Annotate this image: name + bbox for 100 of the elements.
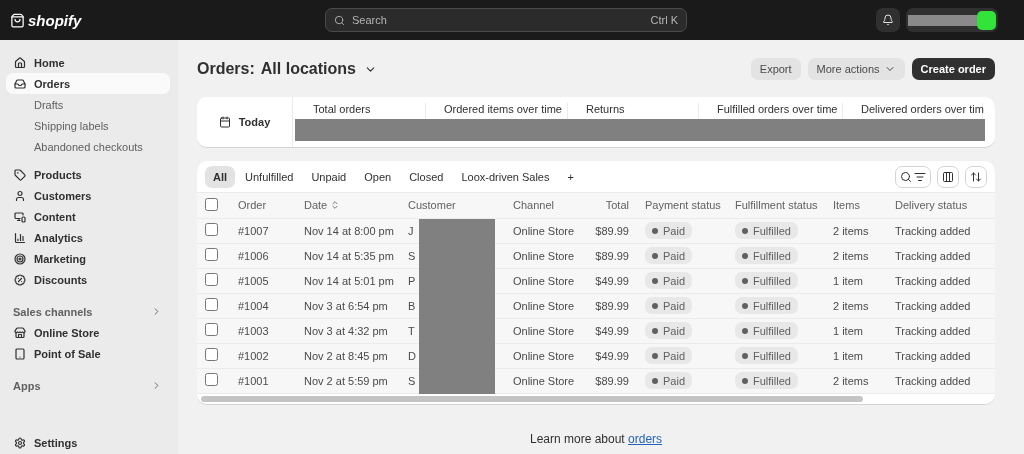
search-input[interactable]: Search: [350, 13, 646, 27]
help-text: Learn more about orders: [528, 431, 664, 446]
row-checkbox[interactable]: [205, 323, 218, 336]
table-cell: Tracking added: [887, 218, 995, 243]
column-header: Items: [833, 199, 860, 212]
payment-status-badge: Paid: [645, 347, 693, 364]
table-cell: Nov 14 at 8:00 pm: [296, 218, 400, 243]
sidebar-item[interactable]: Home: [6, 52, 170, 73]
table-cell: $89.99: [581, 293, 637, 318]
column-header: Delivery status: [895, 199, 968, 212]
table-cell: $49.99: [581, 318, 637, 343]
row-checkbox[interactable]: [205, 273, 218, 286]
row-checkbox[interactable]: [205, 248, 218, 261]
table-cell: B: [408, 299, 416, 312]
fulfillment-status-badge: Fulfilled: [735, 372, 798, 389]
filter-tab[interactable]: All: [205, 165, 236, 188]
table-cell: 1 item: [825, 343, 887, 368]
table-cell: Tracking added: [887, 243, 995, 268]
table-cell: Online Store: [505, 343, 581, 368]
search-filter-button[interactable]: [895, 165, 931, 188]
table-cell: #1003: [230, 318, 296, 343]
table-cell: Nov 14 at 5:01 pm: [296, 268, 400, 293]
filter-tab[interactable]: Open: [356, 165, 400, 188]
sidebar-item[interactable]: Orders: [6, 73, 170, 94]
filter-icon: [914, 170, 926, 183]
table-cell: 1 item: [825, 268, 887, 293]
table-cell: T: [408, 324, 415, 337]
table-cell: 2 items: [825, 243, 887, 268]
table-cell: $49.99: [581, 268, 637, 293]
sort-button[interactable]: [965, 165, 987, 188]
table-cell: Online Store: [505, 243, 581, 268]
table-cell: Nov 14 at 5:35 pm: [296, 243, 400, 268]
table-cell: Online Store: [505, 218, 581, 243]
fulfillment-status-badge: Fulfilled: [735, 322, 798, 339]
sidebar-item[interactable]: Content: [6, 206, 170, 227]
table-cell: $89.99: [581, 368, 637, 393]
column-header: Fulfillment status: [735, 199, 818, 212]
payment-status-badge: Paid: [645, 247, 693, 264]
table-cell: D: [408, 349, 416, 362]
table-cell: Nov 3 at 6:54 pm: [296, 293, 400, 318]
table-cell: 1 item: [825, 318, 887, 343]
columns-button[interactable]: [937, 165, 959, 188]
table-cell: Tracking added: [887, 343, 995, 368]
sidebar-item[interactable]: Marketing: [6, 248, 170, 269]
column-header[interactable]: Date: [304, 199, 341, 212]
payment-status-badge: Paid: [645, 372, 693, 389]
table-cell: Tracking added: [887, 368, 995, 393]
action-button[interactable]: More actions: [807, 58, 905, 80]
filter-tab[interactable]: Unpaid: [303, 165, 355, 188]
sort-arrows-icon: [970, 170, 982, 183]
action-button[interactable]: Export: [750, 58, 801, 80]
filter-tab[interactable]: Closed: [401, 165, 452, 188]
column-header: Order: [238, 199, 267, 212]
table-cell: Tracking added: [887, 293, 995, 318]
date-range-button[interactable]: Today: [197, 97, 293, 147]
action-button[interactable]: Create order: [911, 58, 995, 80]
payment-status-badge: Paid: [645, 297, 693, 314]
store-icon: [14, 326, 26, 339]
sidebar-item[interactable]: Products: [6, 164, 170, 185]
sidebar-item[interactable]: Discounts: [6, 269, 170, 290]
sidebar-item[interactable]: Online Store: [6, 322, 170, 343]
fulfillment-status-badge: Fulfilled: [735, 297, 798, 314]
filter-tab[interactable]: Unfulfilled: [237, 165, 302, 188]
notifications-button[interactable]: [876, 8, 900, 32]
table-cell: 2 items: [825, 368, 887, 393]
bell-icon: [882, 14, 894, 26]
table-cell: Nov 2 at 5:59 pm: [296, 368, 400, 393]
payment-status-badge: Paid: [645, 222, 693, 239]
table-cell: Tracking added: [887, 318, 995, 343]
page-title: Orders:: [197, 60, 255, 78]
inbox-icon: [14, 77, 26, 90]
table-cell: 2 items: [825, 293, 887, 318]
column-header: Total: [605, 199, 629, 212]
settings-link[interactable]: Settings: [6, 432, 170, 453]
table-cell: S: [408, 249, 416, 262]
column-header: Payment status: [645, 199, 721, 212]
select-all-checkbox[interactable]: [205, 197, 218, 211]
sidebar-subitem[interactable]: Abandoned checkouts: [6, 136, 170, 157]
row-checkbox[interactable]: [205, 223, 218, 236]
table-cell: 2 items: [825, 218, 887, 243]
row-checkbox[interactable]: [205, 348, 218, 361]
sidebar-item[interactable]: Analytics: [6, 227, 170, 248]
add-view-button[interactable]: +: [559, 165, 582, 188]
filter-tab[interactable]: Loox-driven Sales: [453, 165, 558, 188]
search-icon: [900, 170, 912, 183]
sidebar-item[interactable]: Customers: [6, 185, 170, 206]
scrollbar-thumb[interactable]: [201, 395, 863, 402]
orders-link[interactable]: orders: [628, 431, 663, 446]
row-checkbox[interactable]: [205, 298, 218, 311]
shopping-bag-icon: [10, 12, 25, 28]
sidebar-subitem[interactable]: Shipping labels: [6, 115, 170, 136]
search-field[interactable]: Search Ctrl K: [325, 8, 687, 32]
sidebar-section-header[interactable]: Sales channels: [6, 301, 170, 322]
tablet-icon: [14, 347, 26, 360]
account-menu[interactable]: [906, 8, 998, 32]
location-selector[interactable]: All locations: [254, 60, 377, 78]
sidebar-item[interactable]: Point of Sale: [6, 343, 170, 364]
sidebar-section-header[interactable]: Apps: [6, 375, 170, 396]
sidebar-subitem[interactable]: Drafts: [6, 94, 170, 115]
row-checkbox[interactable]: [205, 373, 218, 386]
